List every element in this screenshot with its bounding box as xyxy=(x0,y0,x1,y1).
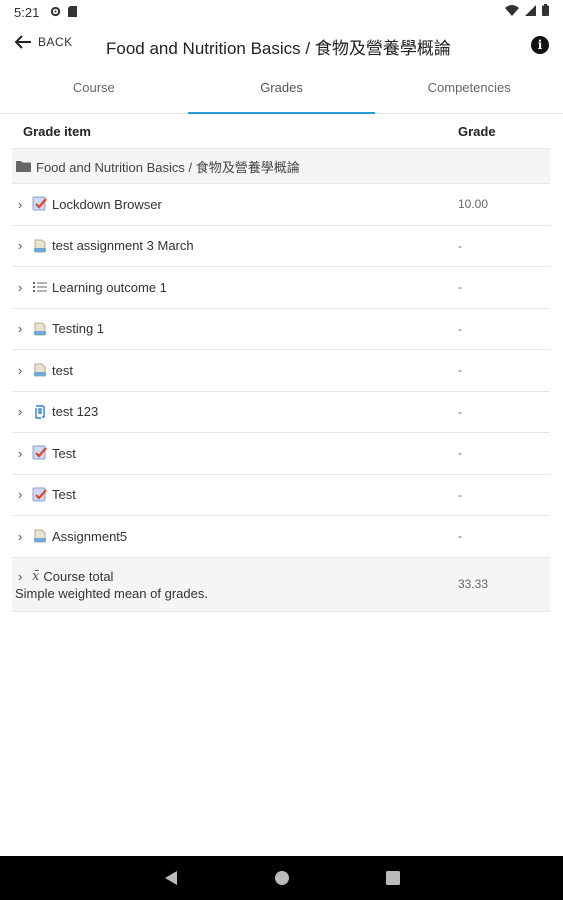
back-button[interactable]: BACK xyxy=(14,34,73,50)
chevron-right-icon[interactable]: › xyxy=(18,321,30,336)
tab-bar: Course Grades Competencies xyxy=(0,68,563,114)
tab-competencies[interactable]: Competencies xyxy=(375,68,563,113)
grade-item-name: test 123 xyxy=(52,404,99,420)
mean-icon: x̄ xyxy=(32,569,40,584)
grade-item-name: Lockdown Browser xyxy=(52,196,162,212)
chevron-right-icon[interactable]: › xyxy=(18,404,30,419)
grade-item-row[interactable]: › Lockdown Browser 10.00 xyxy=(12,184,550,226)
app-bar: BACK Food and Nutrition Basics / 食物及營養學概… xyxy=(0,24,563,68)
category-row: Food and Nutrition Basics / 食物及營養學概論 xyxy=(12,149,550,184)
folder-icon xyxy=(16,161,31,172)
column-header-grade: Grade xyxy=(458,123,496,139)
grade-item-name: Testing 1 xyxy=(52,321,105,337)
grade-item-row[interactable]: › test - xyxy=(12,350,550,392)
chevron-right-icon[interactable]: › xyxy=(18,569,30,584)
chevron-right-icon[interactable]: › xyxy=(18,197,30,212)
quiz-icon xyxy=(32,196,48,212)
grade-item-row[interactable]: › Assignment5 - xyxy=(12,516,550,558)
tab-grades[interactable]: Grades xyxy=(187,68,376,114)
grade-item-row[interactable]: › Testing 1 - xyxy=(12,309,550,350)
status-icons-right xyxy=(505,4,549,16)
h5p-icon xyxy=(32,404,48,420)
status-bar: 5:21 xyxy=(0,0,563,24)
sd-card-icon xyxy=(68,6,78,17)
course-total-row[interactable]: › x̄ Course total Simple weighted mean o… xyxy=(12,557,550,612)
settings-icon xyxy=(50,6,61,17)
chevron-right-icon[interactable]: › xyxy=(18,363,30,378)
info-button[interactable]: i xyxy=(531,36,549,54)
arrow-left-icon xyxy=(14,35,31,49)
assignment-icon xyxy=(32,362,48,378)
grade-item-name: Assignment5 xyxy=(52,528,128,544)
grade-item-name: Test xyxy=(52,445,76,461)
nav-home-icon[interactable] xyxy=(274,870,290,886)
grade-item-value: - xyxy=(458,363,462,378)
chevron-right-icon[interactable]: › xyxy=(18,529,30,544)
outcome-list-icon xyxy=(32,279,48,295)
category-name: Food and Nutrition Basics / 食物及營養學概論 xyxy=(36,159,300,175)
page-title: Food and Nutrition Basics / 食物及營養學概論 xyxy=(106,39,451,58)
assignment-icon xyxy=(32,238,48,254)
grade-item-row[interactable]: › Test - xyxy=(12,433,550,475)
assignment-icon xyxy=(32,528,48,544)
column-header-grade-item: Grade item xyxy=(23,123,91,139)
grade-item-value: - xyxy=(458,238,462,253)
course-total-label: Course total xyxy=(43,569,114,584)
assignment-icon xyxy=(32,321,48,337)
grades-table: Grade item Grade Food and Nutrition Basi… xyxy=(12,114,550,612)
signal-icon xyxy=(525,4,536,16)
course-total-grade: 33.33 xyxy=(458,577,489,591)
grade-item-row[interactable]: › Learning outcome 1 - xyxy=(12,267,550,309)
grade-item-value: - xyxy=(458,321,462,336)
back-label: BACK xyxy=(38,35,73,49)
info-icon: i xyxy=(537,38,543,52)
nav-recents-icon[interactable] xyxy=(385,871,400,885)
grade-item-row[interactable]: › test assignment 3 March - xyxy=(12,226,550,267)
grade-item-value: - xyxy=(458,280,462,295)
course-total-description: Simple weighted mean of grades. xyxy=(15,586,208,601)
status-icons-left xyxy=(50,5,78,19)
grade-item-row[interactable]: › test 123 - xyxy=(12,392,550,433)
grade-item-name: Test xyxy=(52,487,76,503)
system-nav-bar xyxy=(0,856,563,900)
grade-item-name: test assignment 3 March xyxy=(52,238,194,254)
grade-item-value: - xyxy=(458,487,462,502)
table-header: Grade item Grade xyxy=(12,114,550,149)
chevron-right-icon[interactable]: › xyxy=(18,238,30,253)
grade-item-value: - xyxy=(458,404,462,419)
tab-course[interactable]: Course xyxy=(0,68,188,113)
grade-item-value: - xyxy=(458,529,462,544)
quiz-icon xyxy=(32,445,48,461)
grade-item-value: 10.00 xyxy=(458,197,489,212)
nav-back-icon[interactable] xyxy=(164,870,178,886)
wifi-icon xyxy=(505,4,519,16)
chevron-right-icon[interactable]: › xyxy=(18,280,30,295)
status-time: 5:21 xyxy=(14,5,40,20)
grade-item-name: test xyxy=(52,362,73,378)
grade-item-name: Learning outcome 1 xyxy=(52,279,167,295)
grade-item-value: - xyxy=(458,446,462,461)
chevron-right-icon[interactable]: › xyxy=(18,487,30,502)
chevron-right-icon[interactable]: › xyxy=(18,446,30,461)
battery-icon xyxy=(542,4,549,16)
quiz-icon xyxy=(32,487,48,503)
grade-item-row[interactable]: › Test - xyxy=(12,475,550,516)
